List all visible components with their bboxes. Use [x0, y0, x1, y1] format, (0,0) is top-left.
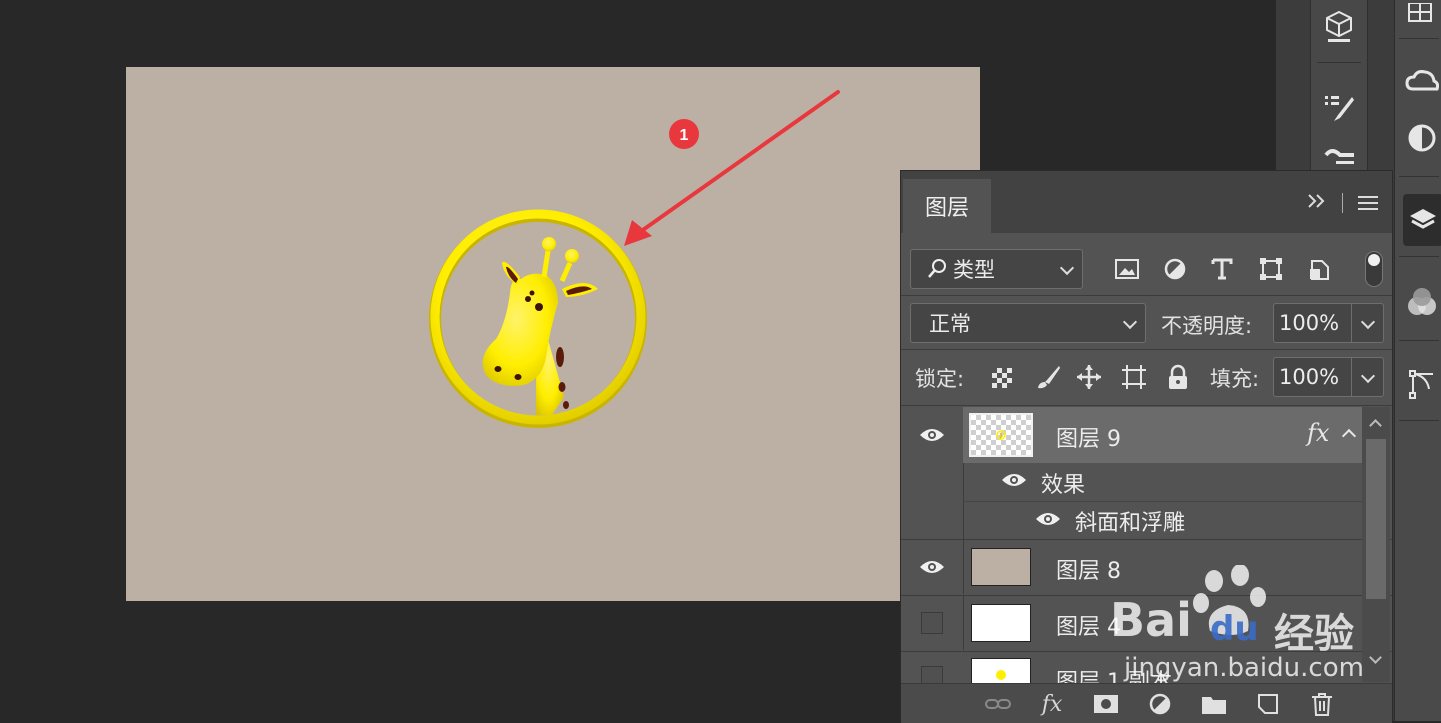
- fill-field[interactable]: 100%: [1273, 357, 1384, 397]
- layer-name[interactable]: 图层 4: [1056, 609, 1121, 641]
- double-chevron-right-icon[interactable]: [1306, 191, 1328, 216]
- layer-name[interactable]: 图层 8: [1056, 553, 1121, 585]
- lock-all-icon[interactable]: [1165, 363, 1191, 391]
- layers-panel-header: 图层: [901, 171, 1392, 233]
- layer-thumbnail[interactable]: [971, 604, 1031, 642]
- visibility-toggle[interactable]: [901, 596, 963, 650]
- hidden-visibility-box: [921, 666, 943, 683]
- right-panel-dock-2: [1394, 0, 1441, 721]
- image-filter-icon[interactable]: [1113, 255, 1141, 283]
- chevron-down-icon: [1122, 314, 1138, 330]
- scroll-down-arrow[interactable]: [1369, 651, 1382, 664]
- layer-name[interactable]: 图层 9: [1056, 421, 1121, 453]
- paths-icon[interactable]: [1405, 362, 1439, 406]
- fill-value: 100%: [1279, 365, 1340, 389]
- layer-row-9[interactable]: 图层 9 fx: [901, 407, 1363, 463]
- document-canvas[interactable]: [126, 67, 980, 601]
- new-layer-icon[interactable]: [1253, 692, 1283, 716]
- scrollbar-thumb[interactable]: [1366, 439, 1386, 599]
- clone-source-icon[interactable]: [1311, 140, 1367, 170]
- effects-label[interactable]: 效果: [1041, 467, 1085, 499]
- blend-mode-value: 正常: [929, 312, 971, 336]
- hamburger-menu-icon[interactable]: [1357, 193, 1379, 217]
- layer-name[interactable]: 图层 1 副本: [1056, 664, 1172, 683]
- adjustments-icon[interactable]: [1405, 118, 1439, 158]
- new-group-icon[interactable]: [1199, 692, 1229, 716]
- type-filter-icon[interactable]: [1208, 255, 1236, 283]
- new-adjustment-icon[interactable]: [1145, 692, 1175, 716]
- add-style-icon[interactable]: fx: [1037, 692, 1067, 717]
- visibility-toggle[interactable]: [901, 540, 963, 594]
- fill-label: 填充:: [1210, 367, 1260, 391]
- scroll-up-arrow[interactable]: [1369, 419, 1382, 432]
- visibility-toggle[interactable]: [901, 407, 963, 463]
- layers-panel: 图层 类型 正常 不透明度: 100% 锁定: 填充: 100% 图层 9 fx…: [900, 170, 1393, 723]
- adjustment-filter-icon[interactable]: [1161, 255, 1189, 283]
- layer-row-4[interactable]: 图层 4: [901, 596, 1363, 650]
- layer-row-1-copy[interactable]: 图层 1 副本: [901, 652, 1363, 683]
- brush-presets-icon[interactable]: [1311, 88, 1367, 128]
- layers-panel-footer: fx: [901, 683, 1392, 723]
- layer-thumbnail[interactable]: [971, 658, 1031, 683]
- hidden-visibility-box: [921, 612, 943, 634]
- opacity-field[interactable]: 100%: [1273, 303, 1384, 343]
- fx-indicator[interactable]: fx: [1307, 419, 1329, 447]
- giraffe-logo: [429, 209, 647, 428]
- layers-scrollbar[interactable]: [1362, 407, 1390, 682]
- lock-transparent-pixels-icon[interactable]: [989, 365, 1015, 391]
- bevel-emboss-effect[interactable]: 斜面和浮雕: [1075, 505, 1185, 537]
- lock-artboard-icon[interactable]: [1120, 363, 1148, 391]
- opacity-label: 不透明度:: [1161, 314, 1253, 338]
- layer-row-8[interactable]: 图层 8: [901, 540, 1363, 594]
- search-icon: [928, 259, 946, 278]
- shape-filter-icon[interactable]: [1257, 255, 1285, 283]
- visibility-toggle[interactable]: [901, 652, 963, 683]
- filter-toggle-switch[interactable]: [1365, 251, 1383, 287]
- 3d-icon[interactable]: [1311, 6, 1367, 46]
- thumbnail-logo: [996, 430, 1006, 440]
- chevron-down-icon: [1059, 260, 1075, 276]
- lock-label: 锁定:: [915, 367, 965, 391]
- smart-object-filter-icon[interactable]: [1305, 255, 1333, 283]
- eye-icon[interactable]: [1001, 472, 1027, 492]
- eye-icon: [920, 561, 944, 573]
- eye-icon: [920, 429, 944, 441]
- link-layers-icon[interactable]: [983, 692, 1013, 716]
- blend-mode-select[interactable]: 正常: [910, 303, 1146, 343]
- delete-layer-icon[interactable]: [1307, 692, 1337, 716]
- chevron-down-icon[interactable]: [1360, 368, 1376, 384]
- lock-position-icon[interactable]: [1075, 363, 1103, 391]
- tab-layers[interactable]: 图层: [903, 179, 991, 233]
- chevron-down-icon[interactable]: [1360, 314, 1376, 330]
- thumbnail-logo: [996, 670, 1006, 680]
- layers-icon[interactable]: [1403, 194, 1441, 246]
- opacity-value: 100%: [1279, 311, 1340, 335]
- layer-effects-group: 效果 斜面和浮雕: [901, 463, 1363, 539]
- layer-thumbnail[interactable]: [971, 548, 1031, 586]
- channels-icon[interactable]: [1405, 282, 1439, 322]
- layer-thumbnail[interactable]: [969, 413, 1033, 457]
- filter-type-select[interactable]: 类型: [910, 249, 1083, 289]
- eye-icon[interactable]: [1035, 511, 1061, 531]
- libraries-icon[interactable]: [1405, 62, 1439, 102]
- grid-icon[interactable]: [1405, 0, 1435, 26]
- filter-type-value: 类型: [953, 258, 995, 282]
- lock-image-pixels-icon[interactable]: [1034, 363, 1062, 391]
- add-mask-icon[interactable]: [1091, 692, 1121, 716]
